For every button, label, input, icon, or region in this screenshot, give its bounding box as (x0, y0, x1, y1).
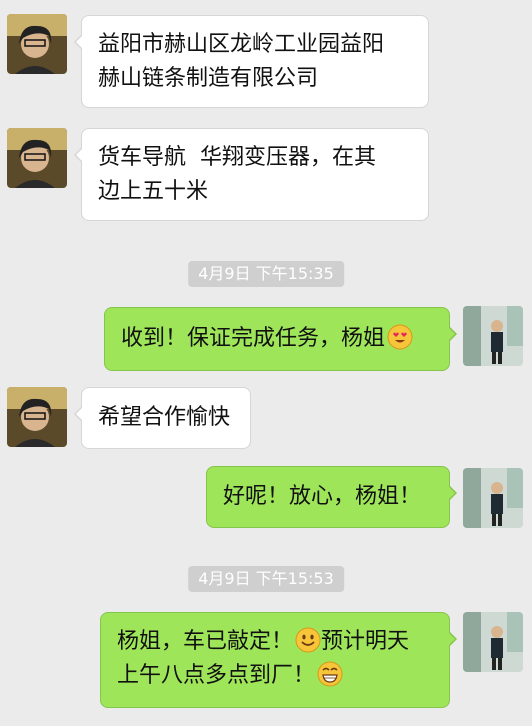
message-text: 赫山链条制造有限公司 (98, 66, 319, 91)
message-text: 货车导航 华翔变压器，在其 (98, 145, 376, 170)
own-avatar[interactable] (463, 468, 523, 528)
message-text: 边上五十米 (98, 179, 209, 204)
message-text: 预计明天 (321, 629, 410, 654)
smile-emoji-icon (295, 627, 321, 653)
timestamp-label: 4月9日 下午15:53 (188, 566, 344, 592)
timestamp-label: 4月9日 下午15:35 (188, 261, 344, 287)
message-bubble-outgoing[interactable]: 杨姐，车已敲定！ 预计明天 上午八点多点到厂！ (100, 612, 457, 708)
message-bubble-outgoing[interactable]: 收到！保证完成任务，杨姐 (104, 307, 457, 371)
message-bubble-incoming[interactable]: 货车导航 华翔变压器，在其 边上五十米 (74, 128, 429, 221)
message-bubble-incoming[interactable]: 希望合作愉快 (74, 387, 251, 449)
contact-avatar[interactable] (7, 387, 67, 447)
own-avatar[interactable] (463, 306, 523, 366)
message-text: 希望合作愉快 (98, 405, 231, 430)
own-avatar[interactable] (463, 612, 523, 672)
message-text: 上午八点多点到厂！ (117, 663, 316, 688)
message-text: 收到！保证完成任务，杨姐 (121, 326, 386, 351)
message-bubble-incoming[interactable]: 益阳市赫山区龙岭工业园益阳 赫山链条制造有限公司 (74, 15, 429, 108)
message-text: 杨姐，车已敲定！ (117, 629, 294, 654)
contact-avatar[interactable] (7, 128, 67, 188)
message-text: 好呢！放心，杨姐！ (223, 484, 422, 509)
grin-emoji-icon (317, 661, 343, 687)
message-text: 益阳市赫山区龙岭工业园益阳 (98, 32, 385, 57)
contact-avatar[interactable] (7, 14, 67, 74)
message-bubble-outgoing[interactable]: 好呢！放心，杨姐！ (206, 466, 457, 528)
heart-eyes-emoji-icon (387, 324, 413, 350)
